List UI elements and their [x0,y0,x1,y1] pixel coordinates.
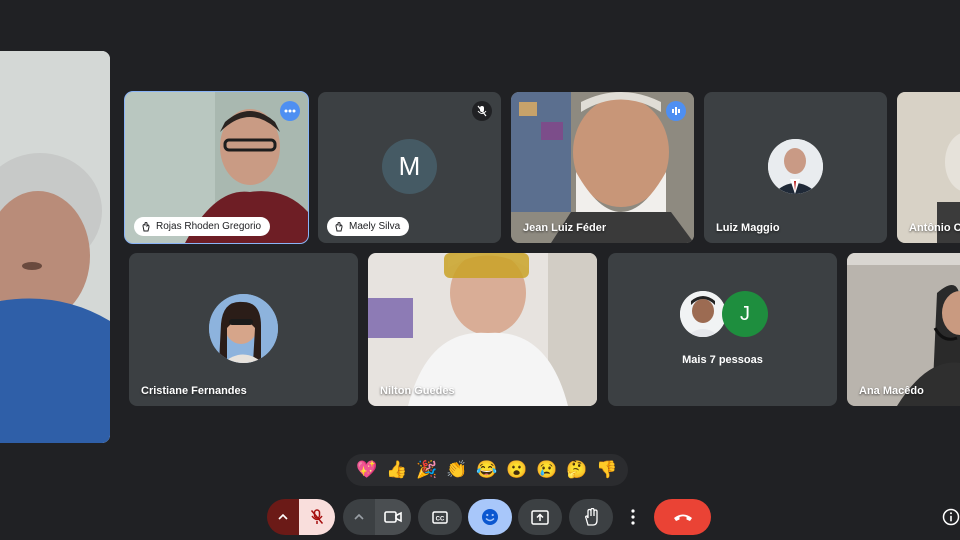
emoji-button[interactable] [468,499,512,535]
avatar: J [722,291,768,337]
svg-text:CC: CC [436,516,445,522]
speaking-indicator [666,101,686,121]
participant-tile-jean[interactable]: Jean Luiz Féder [511,92,694,243]
reaction-heart[interactable]: 💖 [353,460,381,480]
reaction-clap[interactable]: 👏 [443,460,471,480]
mic-toggle-button[interactable] [299,499,335,535]
reaction-thumbs-down[interactable]: 👎 [593,460,621,480]
participant-name: Rojas Rhoden Gregorio [134,217,271,236]
participant-name: Antônio C [909,222,960,234]
participant-name-text: Rojas Rhoden Gregorio [156,221,262,232]
mic-off-icon [310,509,324,524]
camera-toggle-button[interactable] [375,499,411,535]
participant-name: Maely Silva [327,217,410,236]
raise-hand-icon [585,508,598,526]
mic-off-icon [477,105,487,117]
chevron-up-icon [354,514,364,520]
camera-control-group [343,499,411,535]
end-call-button[interactable] [654,499,711,535]
avatar-photo [680,291,726,337]
info-icon [942,508,960,526]
mic-off-indicator [472,101,492,121]
emoji-icon [482,509,498,525]
participant-name: Jean Luiz Féder [523,222,607,234]
more-options-icon [284,109,296,113]
present-button[interactable] [518,499,562,535]
chevron-up-icon [278,514,288,520]
end-call-icon [673,514,692,521]
participant-name-text: Maely Silva [349,221,401,232]
participant-tile-more[interactable]: J Mais 7 pessoas [608,253,837,406]
reactions-bar: 💖 👍 🎉 👏 😂 😮 😢 🤔 👎 [346,454,628,486]
participant-tile-antonio[interactable]: Antônio C [897,92,960,243]
more-options-button[interactable] [280,101,300,121]
avatar-initial: J [740,302,750,325]
mic-control-group [267,499,335,535]
nilton-video-frame [368,253,597,406]
participant-tile-nilton[interactable]: Nilton Guedes [368,253,597,406]
captions-icon: CC [432,510,448,524]
more-vert-icon [631,509,635,525]
hand-icon [335,221,343,231]
participant-name: Luiz Maggio [716,222,780,234]
main-video-frame [0,51,110,443]
avatar-initial: M [398,151,421,181]
avatar [209,294,278,363]
ana-video-frame [847,253,960,406]
participant-name: Ana Macêdo [859,385,924,397]
reaction-laugh[interactable]: 😂 [473,460,501,480]
camera-icon [384,511,402,523]
avatar-photo [768,139,823,194]
reaction-sad[interactable]: 😢 [533,460,561,480]
participant-tile-rojas[interactable]: Rojas Rhoden Gregorio [124,91,309,244]
present-icon [531,509,549,525]
avatar-photo [209,294,278,363]
reaction-thumbs-up[interactable]: 👍 [383,460,411,480]
hand-icon [142,221,150,231]
more-options-menu-button[interactable] [619,499,647,535]
avatar [768,139,823,194]
participant-tile-ana[interactable]: Ana Macêdo [847,253,960,406]
participant-tile-cristiane[interactable]: Cristiane Fernandes [129,253,358,406]
meeting-info-button[interactable] [941,507,960,527]
reaction-party[interactable]: 🎉 [413,460,441,480]
avatar: M [382,139,437,194]
captions-button[interactable]: CC [418,499,462,535]
speaking-icon [672,107,680,115]
video-options-button[interactable] [343,499,375,535]
audio-options-button[interactable] [267,499,299,535]
reaction-surprised[interactable]: 😮 [503,460,531,480]
main-video-tile[interactable] [0,51,110,443]
raise-hand-button[interactable] [569,499,613,535]
participant-name: Cristiane Fernandes [141,385,247,397]
participant-tile-luiz[interactable]: Luiz Maggio [704,92,887,243]
participant-tile-maely[interactable]: M Maely Silva [318,92,501,243]
antonio-video-frame [897,92,960,243]
more-participants-label: Mais 7 pessoas [682,354,763,366]
avatar [680,291,726,337]
reaction-thinking[interactable]: 🤔 [563,460,591,480]
participant-name: Nilton Guedes [380,385,455,397]
